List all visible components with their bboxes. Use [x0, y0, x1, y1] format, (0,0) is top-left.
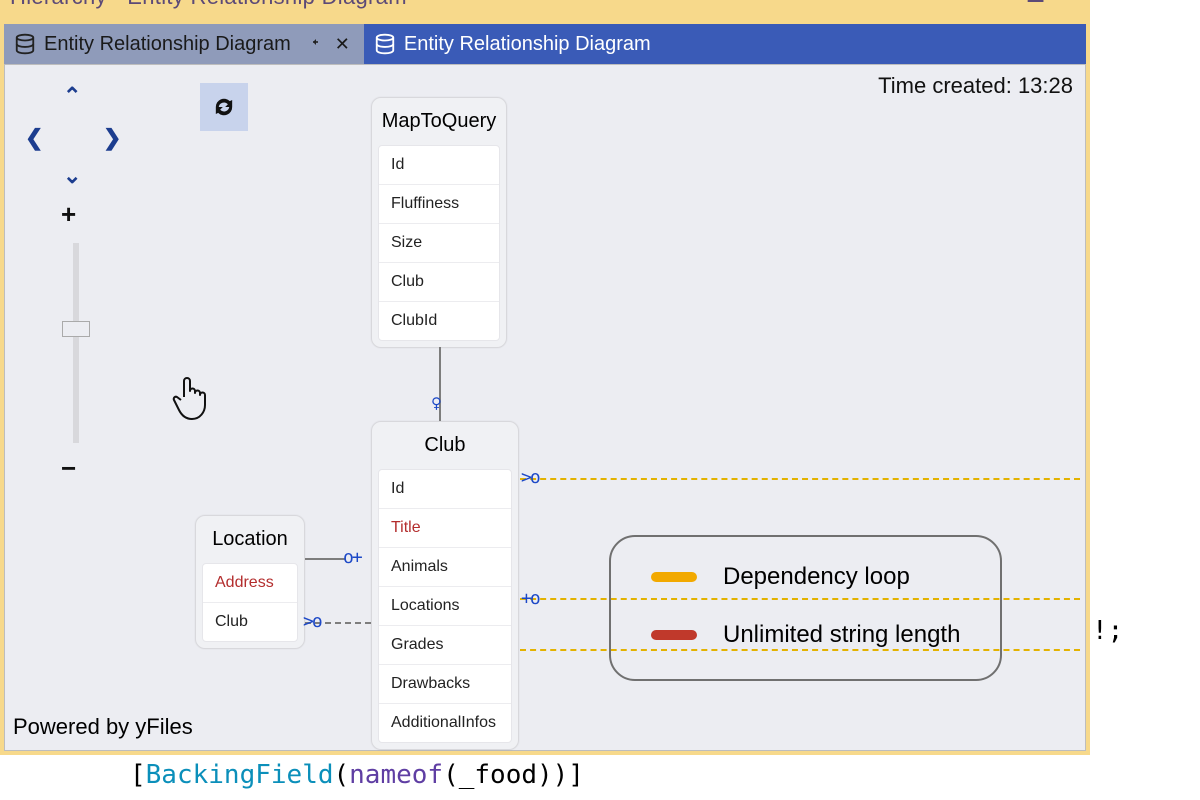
- zoom-slider[interactable]: [73, 243, 79, 443]
- pan-left-button[interactable]: ❮: [25, 125, 43, 151]
- pan-down-button[interactable]: ⌄: [63, 163, 81, 189]
- zoom-out-button[interactable]: −: [61, 453, 76, 484]
- hand-cursor-icon: [170, 373, 210, 426]
- crows-foot-icon: o+: [343, 547, 361, 568]
- entity-field[interactable]: Title: [379, 508, 511, 547]
- entity-field[interactable]: Club: [379, 262, 499, 301]
- entity-fields: Id Title Animals Locations Grades Drawba…: [378, 469, 512, 743]
- entity-map-to-query[interactable]: MapToQuery Id Fluffiness Size Club ClubI…: [371, 97, 507, 348]
- entity-fields: Id Fluffiness Size Club ClubId: [378, 145, 500, 341]
- entity-field[interactable]: Fluffiness: [379, 184, 499, 223]
- powered-by-label: Powered by yFiles: [13, 714, 193, 740]
- close-icon[interactable]: ✕: [1065, 0, 1082, 3]
- legend-item-dependency-loop: Dependency loop: [651, 563, 960, 591]
- tool-window: Hierarchy - Entity Relationship Diagram …: [0, 0, 1090, 755]
- legend-swatch-icon: [651, 630, 697, 640]
- entity-field[interactable]: Id: [379, 146, 499, 184]
- entity-field[interactable]: Animals: [379, 547, 511, 586]
- legend-item-unlimited-string: Unlimited string length: [651, 621, 960, 649]
- entity-field[interactable]: Drawbacks: [379, 664, 511, 703]
- tab-erd-inactive[interactable]: Entity Relationship Diagram: [364, 24, 661, 64]
- zoom-slider-thumb[interactable]: [62, 321, 90, 337]
- relation-line: [305, 558, 345, 560]
- crows-foot-icon: ♀: [431, 393, 440, 414]
- crows-foot-icon: >o: [521, 467, 539, 488]
- window-controls: ▁ ✕: [1028, 0, 1082, 3]
- crows-foot-icon: +o: [521, 588, 539, 609]
- entity-location[interactable]: Location Address Club: [195, 515, 305, 649]
- minimize-icon[interactable]: ▁: [1028, 0, 1043, 3]
- entity-title: Club: [372, 422, 518, 469]
- legend-swatch-icon: [651, 572, 697, 582]
- entity-field[interactable]: AdditionalInfos: [379, 703, 511, 742]
- database-icon: [14, 33, 36, 55]
- entity-field[interactable]: ClubId: [379, 301, 499, 340]
- refresh-button[interactable]: [200, 83, 248, 131]
- tab-bar: Entity Relationship Diagram ✕ Entity Rel…: [4, 24, 1086, 64]
- pin-icon[interactable]: [299, 34, 323, 55]
- entity-title: Location: [196, 516, 304, 563]
- entity-club[interactable]: Club Id Title Animals Locations Grades D…: [371, 421, 519, 750]
- legend-label: Dependency loop: [723, 563, 910, 591]
- tab-close-icon[interactable]: ✕: [331, 34, 354, 55]
- zoom-in-button[interactable]: +: [61, 199, 76, 230]
- tab-erd-active[interactable]: Entity Relationship Diagram ✕: [4, 24, 364, 64]
- entity-field[interactable]: Club: [203, 602, 297, 641]
- legend-label: Unlimited string length: [723, 621, 960, 649]
- window-title: Hierarchy - Entity Relationship Diagram: [0, 0, 417, 10]
- legend: Dependency loop Unlimited string length: [609, 535, 1002, 681]
- tab-label: Entity Relationship Diagram: [404, 33, 651, 56]
- crows-foot-icon: >o: [303, 611, 321, 632]
- entity-field[interactable]: Id: [379, 470, 511, 508]
- entity-field[interactable]: Locations: [379, 586, 511, 625]
- database-icon: [374, 33, 396, 55]
- refresh-icon: [210, 93, 238, 121]
- code-fragment: [BackingField(nameof(_food))]: [130, 760, 584, 790]
- entity-field[interactable]: Size: [379, 223, 499, 262]
- relation-line: [520, 478, 1080, 480]
- entity-field[interactable]: Grades: [379, 625, 511, 664]
- entity-title: MapToQuery: [372, 98, 506, 145]
- tab-label: Entity Relationship Diagram: [44, 33, 291, 56]
- entity-fields: Address Club: [202, 563, 298, 642]
- pan-right-button[interactable]: ❯: [103, 125, 121, 151]
- code-fragment-trailing: !;: [1092, 616, 1123, 646]
- diagram-canvas[interactable]: Time created: 13:28 ⌃ ❮ ❯ ⌄ + − Powered …: [4, 64, 1086, 751]
- entity-field[interactable]: Address: [203, 564, 297, 602]
- pan-up-button[interactable]: ⌃: [63, 83, 81, 109]
- time-created-label: Time created: 13:28: [878, 73, 1073, 99]
